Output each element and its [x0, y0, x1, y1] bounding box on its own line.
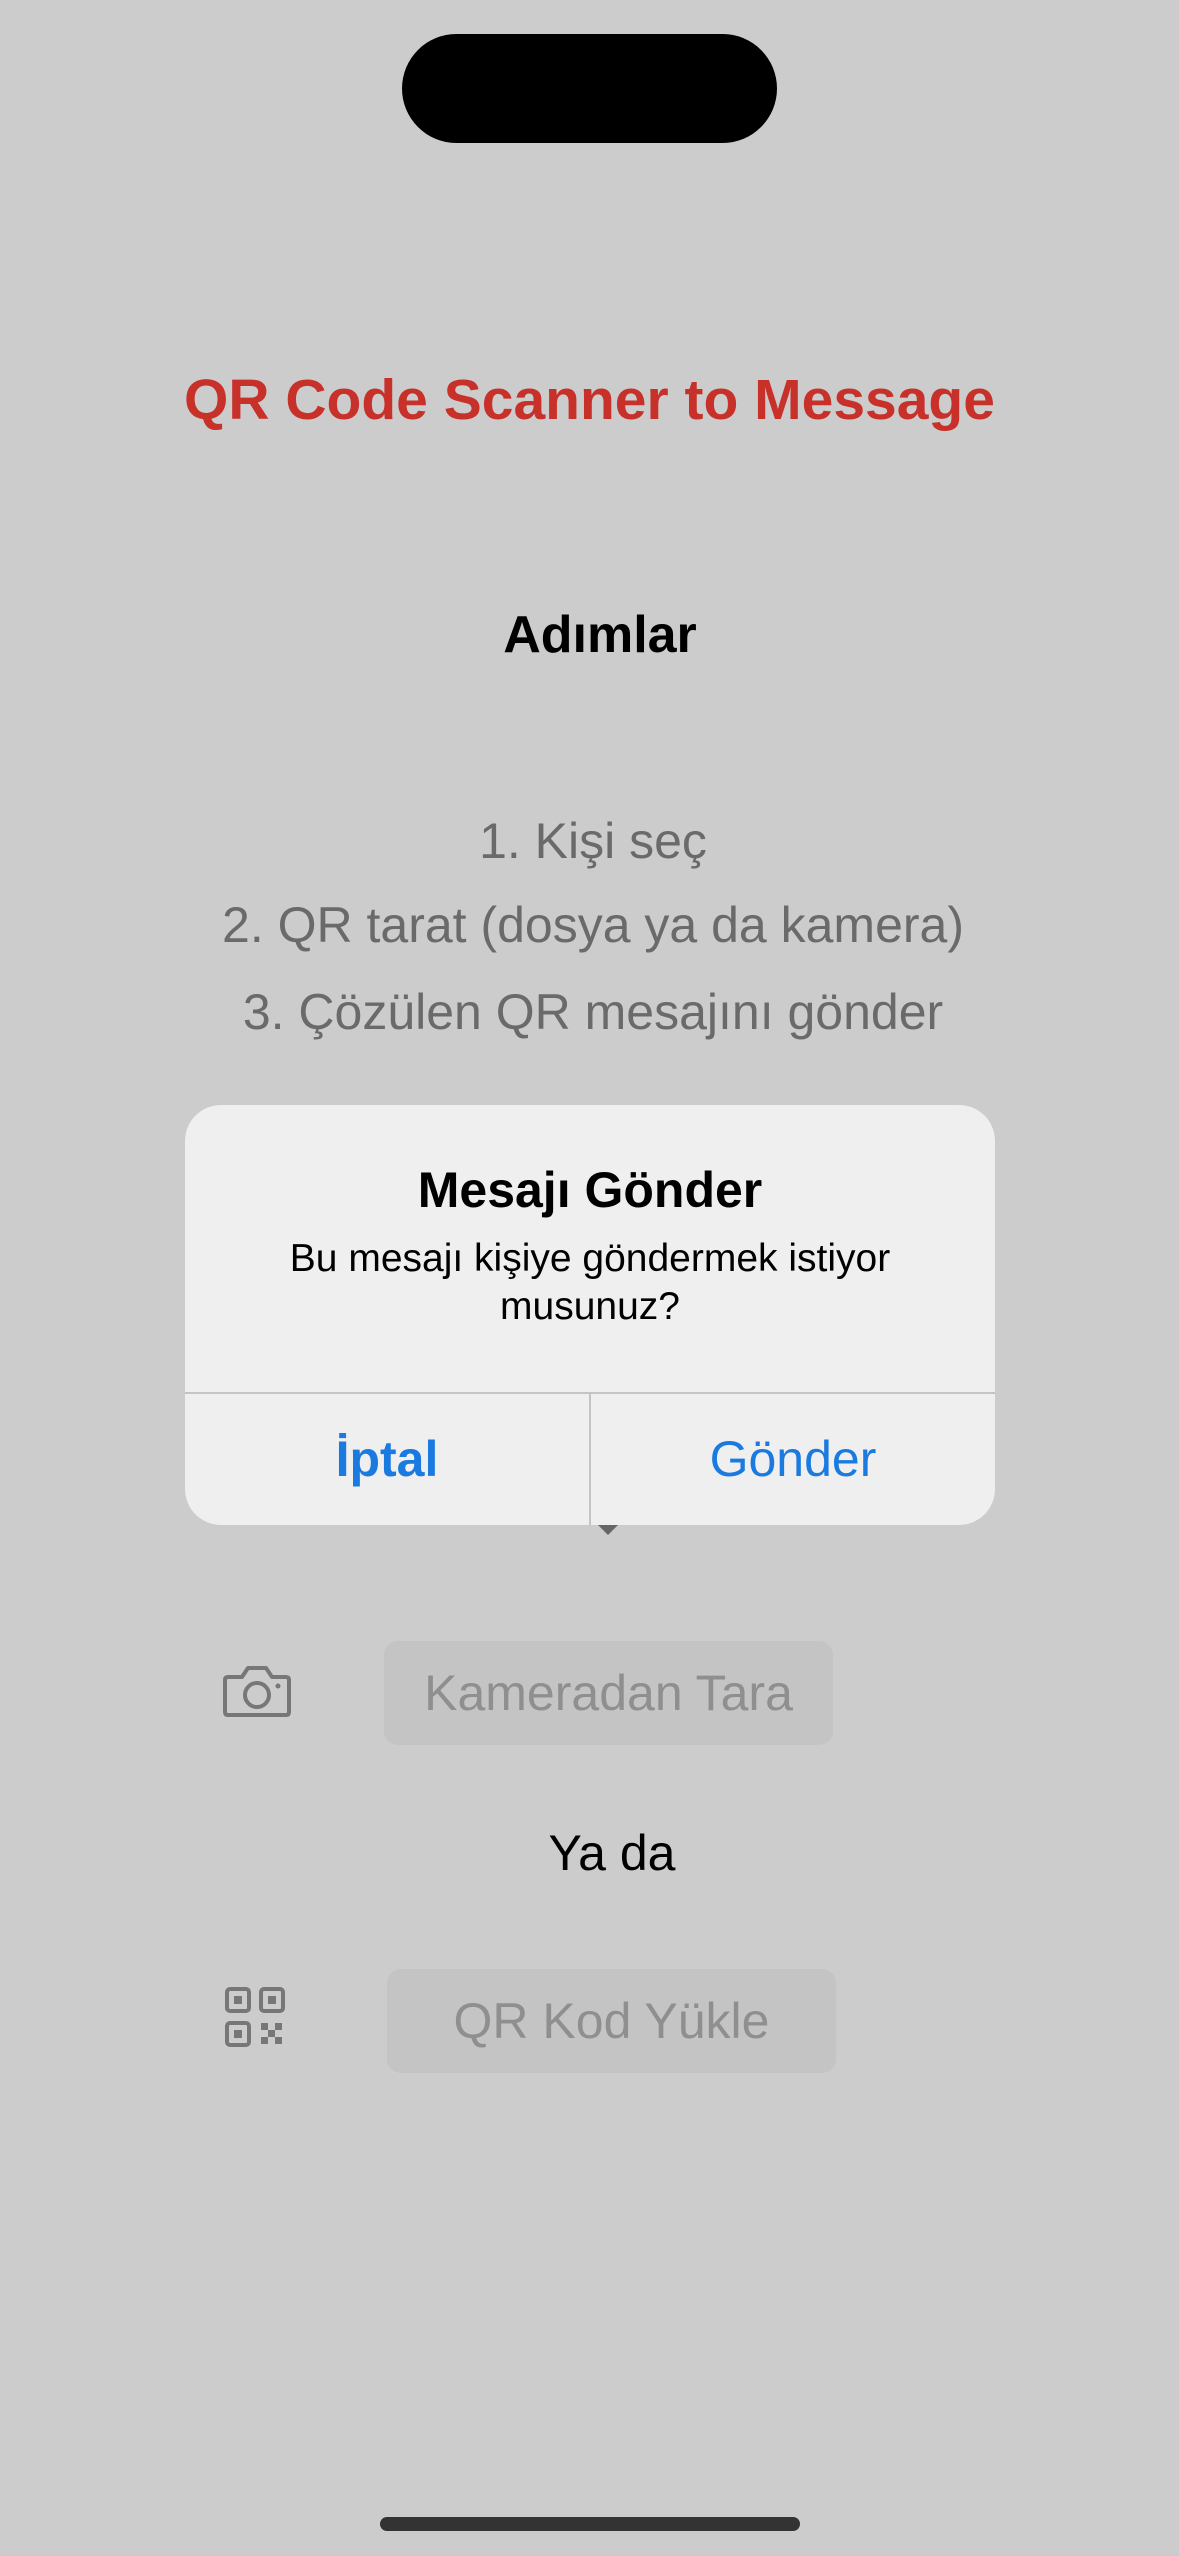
send-button[interactable]: Gönder	[591, 1394, 995, 1525]
upload-qr-button[interactable]: QR Kod Yükle	[387, 1969, 836, 2073]
or-separator: Ya da	[548, 1825, 676, 1881]
scan-camera-button[interactable]: Kameradan Tara	[384, 1641, 833, 1745]
qr-code-icon	[224, 1986, 286, 2048]
home-indicator[interactable]	[380, 2517, 800, 2531]
step-item: 3. Çözülen QR mesajını gönder	[242, 984, 944, 1040]
alert-message: Bu mesajı kişiye göndermek istiyor musun…	[289, 1237, 891, 1328]
alert-title: Mesajı Gönder	[417, 1162, 763, 1218]
camera-icon	[222, 1663, 292, 1718]
steps-heading: Adımlar	[503, 606, 697, 664]
dynamic-island	[402, 34, 777, 143]
app-title: QR Code Scanner to Message	[184, 368, 995, 432]
step-item: 2. QR tarat (dosya ya da kamera)	[222, 897, 964, 953]
cancel-button[interactable]: İptal	[185, 1394, 589, 1525]
step-item: 1. Kişi seç	[479, 813, 707, 869]
popover-arrow	[598, 1525, 618, 1535]
send-message-alert: Mesajı Gönder Bu mesajı kişiye göndermek…	[185, 1105, 995, 1525]
